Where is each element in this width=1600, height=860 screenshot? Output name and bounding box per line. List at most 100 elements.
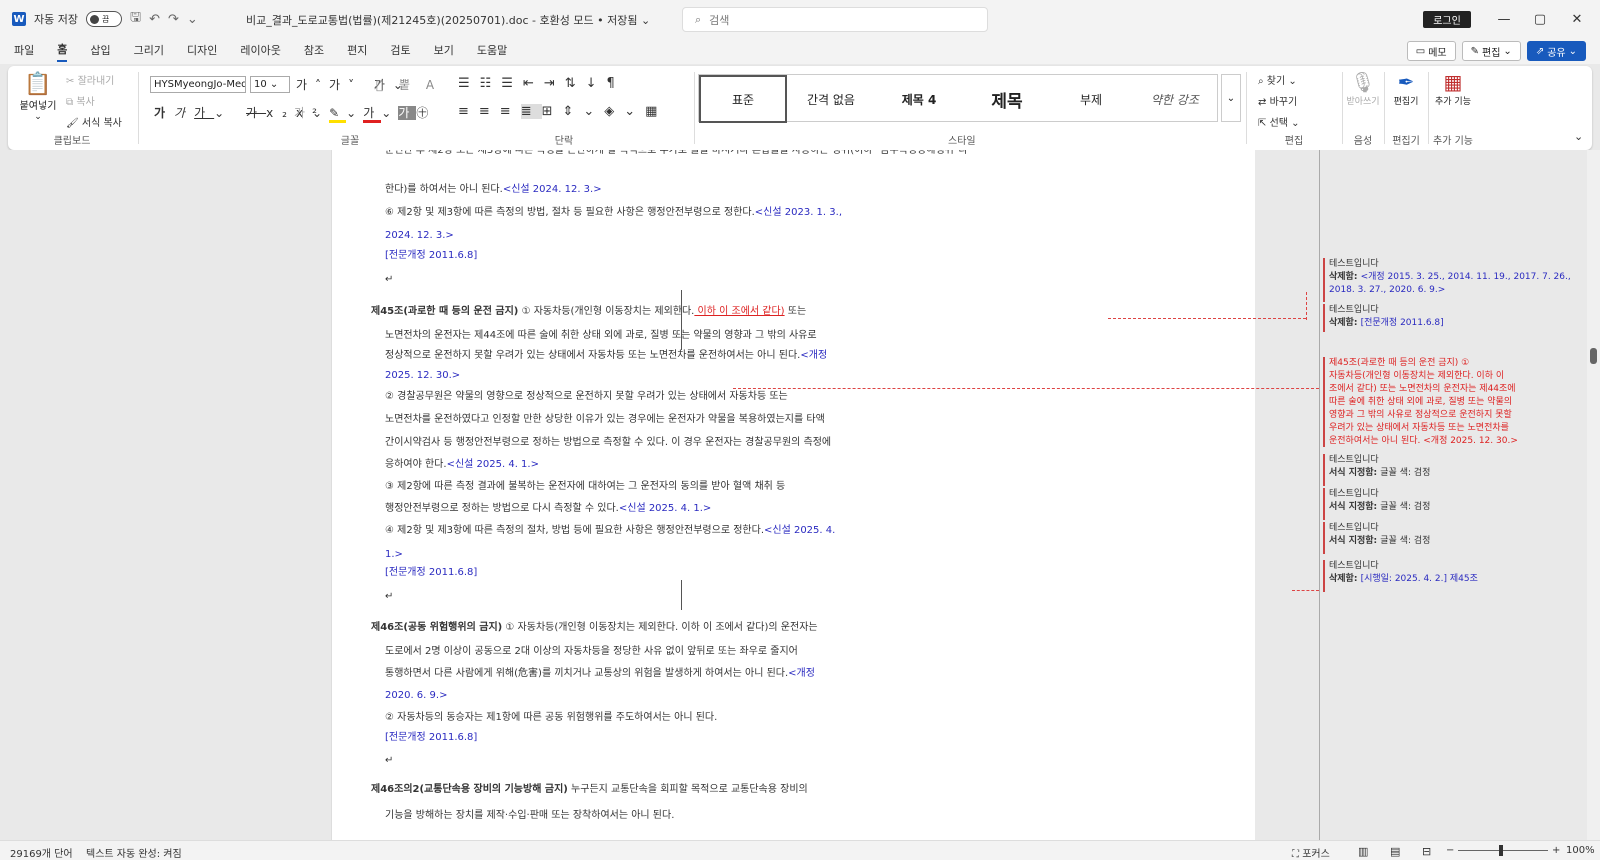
vertical-scrollbar[interactable] bbox=[1587, 150, 1600, 840]
line-t: ↵ bbox=[385, 591, 394, 602]
document-page[interactable]: 운전한 후 제2항 또는 제3항에 따른 측정을 곤란하게 할 목적으로 추가로… bbox=[331, 150, 1571, 840]
login-button[interactable]: 로그인 bbox=[1423, 11, 1471, 28]
share-icon: ⇗ bbox=[1535, 45, 1545, 57]
redo-icon[interactable]: ↷ bbox=[168, 12, 179, 27]
tab-design[interactable]: 디자인 bbox=[187, 42, 217, 61]
close-icon[interactable]: ✕ bbox=[1562, 9, 1592, 29]
line-t: ↵ bbox=[385, 274, 394, 285]
document-line: ③ 제2항에 따른 측정 결과에 불복하는 운전자에 대하여는 그 운전자의 동… bbox=[385, 480, 785, 494]
addins-grid-icon: ▦ bbox=[1443, 70, 1463, 94]
search-box[interactable]: ⌕ 검색 bbox=[682, 7, 988, 32]
share-button[interactable]: ⇗ 공유 ⌄ bbox=[1526, 41, 1586, 61]
ribbon-collapse-icon[interactable]: ⌄ bbox=[1574, 130, 1583, 143]
font-color-buttons[interactable]: 가⌄✎⌄가⌄가㊉ bbox=[294, 104, 435, 123]
balloon-line: 삭제함: [시행일: 2025. 4. 2.] 제45조 bbox=[1329, 573, 1478, 586]
addins-label: 추가 기능 bbox=[1433, 136, 1473, 147]
minimize-icon[interactable]: — bbox=[1489, 9, 1519, 29]
document-line: 통행하면서 다른 사람에게 위해(危害)를 끼치거나 교통상의 위험을 발생하게… bbox=[385, 667, 815, 681]
cut-button[interactable]: ✂ 잘라내기 bbox=[66, 72, 114, 87]
format-painter-button[interactable]: 🖌 서식 복사 bbox=[66, 114, 122, 129]
markup-balloon[interactable]: 테스트입니다 서식 지정함: 글꼴 색: 검정 bbox=[1329, 454, 1430, 480]
line-b: <신설 2025. 4. 1.> bbox=[618, 503, 712, 514]
document-line: 기능을 방해하는 장치를 제작·수입·판매 또는 장착하여서는 아니 된다. bbox=[385, 809, 674, 823]
markup-balloon[interactable]: 테스트입니다 삭제함: <개정 2015. 3. 25., 2014. 11. 1… bbox=[1329, 258, 1571, 297]
tab-view[interactable]: 보기 bbox=[434, 42, 454, 61]
tab-references[interactable]: 참조 bbox=[304, 42, 324, 61]
markup-balloon[interactable]: 테스트입니다 삭제함: [시행일: 2025. 4. 2.] 제45조 bbox=[1329, 560, 1478, 586]
paste-button[interactable]: 📋 붙여넣기 ⌄ bbox=[18, 72, 58, 122]
markup-balloon[interactable]: 제45조(과로한 때 등의 운전 금지) ① 자동차등(개인형 이동장치는 제외한… bbox=[1329, 357, 1518, 448]
word-logo-icon: W bbox=[12, 12, 26, 26]
clear-format-buttons[interactable]: 가̸ 뿥 A bbox=[376, 76, 440, 93]
document-title[interactable]: 비교_결과_도로교통법(법률)(제21245호)(20250701).doc -… bbox=[246, 12, 650, 28]
line-t: 도로에서 2명 이상이 공동으로 2대 이상의 자동차등을 정당한 사유 없이 … bbox=[385, 646, 798, 657]
document-line: 정상적으로 운전하지 못할 우려가 있는 상태에서 자동차등 또는 노면전차를 … bbox=[385, 349, 827, 363]
line-t: ⑥ 제2항 및 제3항에 따른 측정의 방법, 절차 등 필요한 사항은 행정안… bbox=[385, 207, 755, 218]
find-icon: ⌕ bbox=[1258, 76, 1264, 87]
document-line: 간이시약검사 등 행정안전부령으로 정하는 방법으로 측정할 수 있다. 이 경… bbox=[385, 436, 831, 450]
addins-button[interactable]: ▦ 추가 기능 bbox=[1434, 70, 1472, 107]
style-no-spacing[interactable]: 간격 없음 bbox=[787, 75, 875, 123]
editor-button[interactable]: ✒ 편집기 bbox=[1388, 70, 1424, 107]
tab-file[interactable]: 파일 bbox=[14, 42, 34, 61]
read-mode-icon[interactable]: ▥ bbox=[1358, 845, 1368, 858]
qat-more-icon[interactable]: ⌄ bbox=[187, 12, 198, 27]
style-title[interactable]: 제목 bbox=[963, 75, 1051, 123]
tab-help[interactable]: 도움말 bbox=[477, 42, 507, 61]
markup-balloon[interactable]: 테스트입니다 서식 지정함: 글꼴 색: 검정 bbox=[1329, 522, 1430, 548]
text-prediction-status[interactable]: 텍스트 자동 완성: 켜짐 bbox=[86, 845, 182, 860]
editing-mode-button[interactable]: ✎ 편집 ⌄ bbox=[1461, 41, 1521, 61]
word-count[interactable]: 29169개 단어 bbox=[10, 845, 73, 860]
web-layout-icon[interactable]: ⊟ bbox=[1422, 845, 1431, 858]
autosave-toggle[interactable]: 끔 bbox=[85, 11, 122, 27]
tab-insert[interactable]: 삽입 bbox=[90, 42, 110, 61]
zoom-slider-thumb[interactable] bbox=[1499, 845, 1503, 856]
balloon-line: 제45조(과로한 때 등의 운전 금지) ① bbox=[1329, 357, 1518, 370]
balloon-line: 따른 술에 취한 상태 외에 과로, 질병 또는 약물의 bbox=[1329, 396, 1518, 409]
document-line: 2025. 12. 30.> bbox=[385, 369, 460, 383]
save-icon[interactable]: 🖫 bbox=[130, 8, 141, 30]
style-normal[interactable]: 표준 bbox=[699, 75, 787, 123]
cursor-icon: ⇱ bbox=[1258, 118, 1267, 129]
balloon-text: 조에서 같다) 또는 노면전차의 운전자는 제44조에 bbox=[1329, 384, 1516, 394]
balloon-line: 삭제함: <개정 2015. 3. 25., 2014. 11. 19., 20… bbox=[1329, 271, 1571, 284]
font-name-box[interactable]: HYSMyeongJo-Med bbox=[150, 76, 246, 93]
focus-button[interactable]: ⛶ 포커스 bbox=[1292, 845, 1330, 860]
tab-home[interactable]: 홈 bbox=[57, 41, 68, 62]
align-buttons[interactable]: ≡≡≡≣⊞⇕⌄◈⌄▦ bbox=[458, 104, 667, 119]
tab-mailings[interactable]: 편지 bbox=[347, 42, 367, 61]
replace-button[interactable]: ⇄ 바꾸기 bbox=[1258, 93, 1297, 108]
zoom-in-icon[interactable]: + bbox=[1552, 845, 1560, 856]
comment-icon: ▭ bbox=[1415, 45, 1426, 57]
maximize-icon[interactable]: ▢ bbox=[1525, 9, 1555, 29]
find-button[interactable]: ⌕ 찾기 ⌄ bbox=[1258, 72, 1297, 87]
print-layout-icon[interactable]: ▤ bbox=[1390, 845, 1400, 858]
balloon-action: 서식 지정함: bbox=[1329, 536, 1381, 546]
scroll-thumb[interactable] bbox=[1590, 348, 1597, 364]
markup-balloon[interactable]: 테스트입니다 삭제함: [전문개정 2011.6.8] bbox=[1329, 304, 1444, 330]
tab-review[interactable]: 검토 bbox=[390, 42, 410, 61]
tab-draw[interactable]: 그리기 bbox=[134, 42, 164, 61]
style-heading4[interactable]: 제목 4 bbox=[875, 75, 963, 123]
undo-icon[interactable]: ↶ bbox=[149, 12, 160, 27]
styles-expand-icon[interactable]: ⌄ bbox=[1221, 74, 1241, 122]
zoom-out-icon[interactable]: − bbox=[1446, 845, 1454, 856]
line-t: ② 경찰공무원은 약물의 영향으로 정상적으로 운전하지 못할 우려가 있는 상… bbox=[385, 391, 788, 402]
memo-button[interactable]: ▭ 메모 bbox=[1406, 41, 1456, 61]
paste-icon: 📋 bbox=[24, 72, 52, 97]
markup-balloon[interactable]: 테스트입니다 서식 지정함: 글꼴 색: 검정 bbox=[1329, 488, 1430, 514]
editor-group: ✒ 편집기 편집기 bbox=[1386, 66, 1426, 150]
document-line: 2020. 6. 9.> bbox=[385, 689, 447, 703]
style-subtle-emphasis[interactable]: 약한 강조 bbox=[1131, 75, 1219, 123]
balloon-text: 영향과 그 밖의 사유로 정상적으로 운전하지 못할 bbox=[1329, 410, 1512, 420]
style-subtitle[interactable]: 부제 bbox=[1051, 75, 1131, 123]
font-size-box[interactable]: 10 ⌄ bbox=[250, 76, 290, 93]
zoom-slider[interactable] bbox=[1458, 850, 1548, 851]
dictate-button[interactable]: 🎙 받아쓰기 bbox=[1346, 70, 1380, 107]
tab-layout[interactable]: 레이아웃 bbox=[240, 42, 280, 61]
zoom-level[interactable]: 100% bbox=[1566, 845, 1595, 856]
list-buttons[interactable]: ☰☷☰⇤⇥⇅↓¶ bbox=[458, 76, 625, 91]
copy-button[interactable]: ⧉ 복사 bbox=[66, 93, 95, 108]
editor-pen-icon: ✒ bbox=[1397, 70, 1415, 94]
select-button[interactable]: ⇱ 선택 ⌄ bbox=[1258, 114, 1300, 129]
